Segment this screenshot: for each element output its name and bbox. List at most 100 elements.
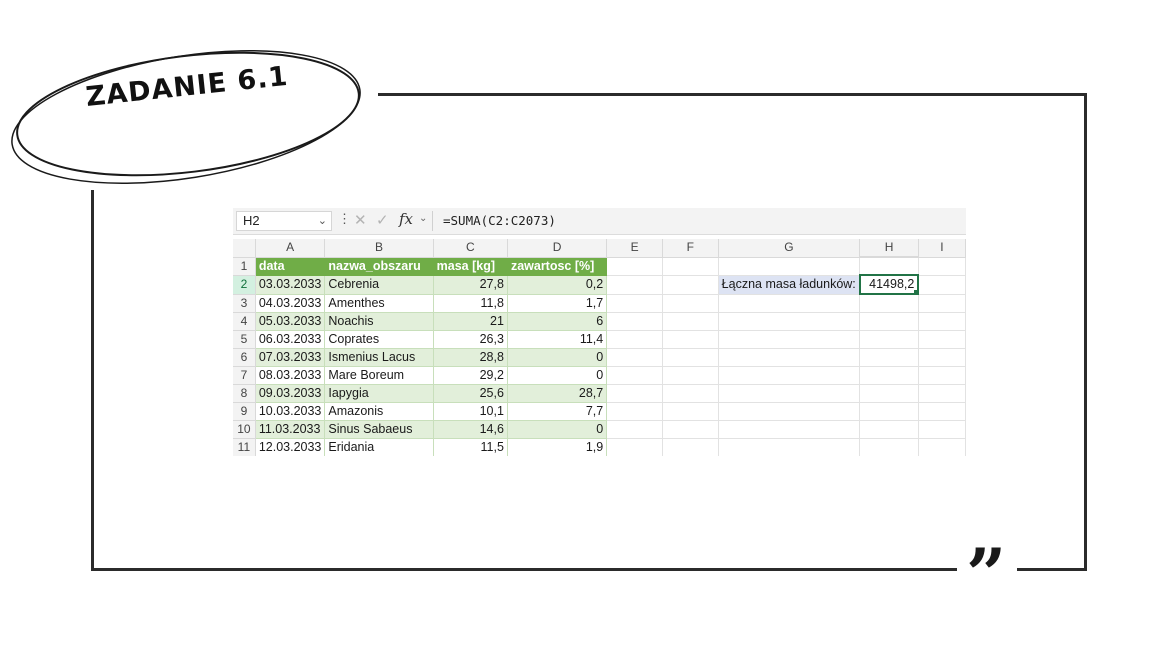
header-cell-mass[interactable]: masa [kg] bbox=[433, 257, 508, 276]
empty-cell[interactable] bbox=[918, 275, 966, 295]
header-cell-date[interactable]: data bbox=[255, 257, 326, 276]
empty-cell[interactable] bbox=[606, 348, 663, 367]
row-header[interactable]: 3 bbox=[233, 294, 256, 313]
empty-cell[interactable] bbox=[859, 257, 919, 276]
cell-area-name[interactable]: Iapygia bbox=[324, 384, 434, 403]
cell-mass[interactable]: 29,2 bbox=[433, 366, 508, 385]
empty-cell[interactable] bbox=[718, 348, 861, 367]
empty-cell[interactable] bbox=[606, 366, 663, 385]
empty-cell[interactable] bbox=[718, 384, 861, 403]
empty-cell[interactable] bbox=[859, 384, 919, 403]
column-header-g[interactable]: G bbox=[718, 239, 861, 258]
empty-cell[interactable] bbox=[918, 257, 966, 276]
column-header-e[interactable]: E bbox=[606, 239, 663, 258]
empty-cell[interactable] bbox=[918, 294, 966, 313]
column-header-h[interactable]: H bbox=[859, 239, 919, 258]
empty-cell[interactable] bbox=[859, 420, 919, 439]
empty-cell[interactable] bbox=[662, 330, 719, 349]
empty-cell[interactable] bbox=[606, 384, 663, 403]
empty-cell[interactable] bbox=[859, 330, 919, 349]
cell-area-name[interactable]: Cebrenia bbox=[324, 275, 434, 295]
chevron-down-icon[interactable]: ⌄ bbox=[318, 212, 327, 230]
select-all-corner[interactable] bbox=[233, 239, 256, 258]
cell-date[interactable]: 11.03.2033 bbox=[255, 420, 326, 439]
empty-cell[interactable] bbox=[859, 438, 919, 456]
cell-area-name[interactable]: Amenthes bbox=[324, 294, 434, 313]
cell-date[interactable]: 09.03.2033 bbox=[255, 384, 326, 403]
cell-content[interactable]: 1,7 bbox=[507, 294, 608, 313]
cell-area-name[interactable]: Eridania bbox=[324, 438, 434, 456]
row-header[interactable]: 6 bbox=[233, 348, 256, 367]
empty-cell[interactable] bbox=[718, 257, 861, 276]
row-header[interactable]: 8 bbox=[233, 384, 256, 403]
row-header[interactable]: 1 bbox=[233, 257, 256, 276]
empty-cell[interactable] bbox=[662, 257, 719, 276]
empty-cell[interactable] bbox=[662, 312, 719, 331]
cell-mass[interactable]: 26,3 bbox=[433, 330, 508, 349]
empty-cell[interactable] bbox=[718, 438, 861, 456]
empty-cell[interactable] bbox=[662, 275, 719, 295]
empty-cell[interactable] bbox=[918, 402, 966, 421]
empty-cell[interactable] bbox=[662, 438, 719, 456]
empty-cell[interactable] bbox=[662, 420, 719, 439]
empty-cell[interactable] bbox=[859, 294, 919, 313]
row-header[interactable]: 7 bbox=[233, 366, 256, 385]
cell-content[interactable]: 1,9 bbox=[507, 438, 608, 456]
cell-mass[interactable]: 25,6 bbox=[433, 384, 508, 403]
empty-cell[interactable] bbox=[918, 420, 966, 439]
cell-mass[interactable]: 21 bbox=[433, 312, 508, 331]
empty-cell[interactable] bbox=[662, 402, 719, 421]
empty-cell[interactable] bbox=[662, 384, 719, 403]
empty-cell[interactable] bbox=[918, 366, 966, 385]
enter-check-icon[interactable]: ✓ bbox=[376, 211, 389, 229]
cell-content[interactable]: 11,4 bbox=[507, 330, 608, 349]
cell-date[interactable]: 06.03.2033 bbox=[255, 330, 326, 349]
formula-expand-icon[interactable]: ⌄ bbox=[419, 213, 427, 224]
empty-cell[interactable] bbox=[859, 402, 919, 421]
column-header-i[interactable]: I bbox=[918, 239, 966, 258]
cell-area-name[interactable]: Coprates bbox=[324, 330, 434, 349]
cell-mass[interactable]: 28,8 bbox=[433, 348, 508, 367]
header-cell-area-name[interactable]: nazwa_obszaru bbox=[324, 257, 434, 276]
row-header[interactable]: 2 bbox=[233, 275, 256, 295]
empty-cell[interactable] bbox=[718, 294, 861, 313]
cell-mass[interactable]: 11,5 bbox=[433, 438, 508, 456]
cell-date[interactable]: 03.03.2033 bbox=[255, 275, 326, 295]
cell-content[interactable]: 0,2 bbox=[507, 275, 608, 295]
empty-cell[interactable] bbox=[606, 420, 663, 439]
cell-mass[interactable]: 11,8 bbox=[433, 294, 508, 313]
cell-date[interactable]: 12.03.2033 bbox=[255, 438, 326, 456]
empty-cell[interactable] bbox=[662, 366, 719, 385]
cell-content[interactable]: 0 bbox=[507, 348, 608, 367]
empty-cell[interactable] bbox=[606, 330, 663, 349]
column-header-d[interactable]: D bbox=[507, 239, 608, 258]
empty-cell[interactable] bbox=[718, 420, 861, 439]
cell-content[interactable]: 28,7 bbox=[507, 384, 608, 403]
row-header[interactable]: 10 bbox=[233, 420, 256, 439]
empty-cell[interactable] bbox=[918, 384, 966, 403]
empty-cell[interactable] bbox=[918, 312, 966, 331]
row-header[interactable]: 4 bbox=[233, 312, 256, 331]
empty-cell[interactable] bbox=[918, 348, 966, 367]
cell-area-name[interactable]: Sinus Sabaeus bbox=[324, 420, 434, 439]
empty-cell[interactable] bbox=[606, 275, 663, 295]
empty-cell[interactable] bbox=[606, 402, 663, 421]
empty-cell[interactable] bbox=[662, 294, 719, 313]
total-mass-value[interactable]: 41498,2 bbox=[858, 274, 920, 295]
empty-cell[interactable] bbox=[606, 294, 663, 313]
empty-cell[interactable] bbox=[859, 312, 919, 331]
empty-cell[interactable] bbox=[859, 348, 919, 367]
header-cell-content[interactable]: zawartosc [%] bbox=[507, 257, 608, 276]
total-mass-label[interactable]: Łączna masa ładunków: bbox=[718, 275, 861, 295]
empty-cell[interactable] bbox=[718, 312, 861, 331]
column-header-a[interactable]: A bbox=[255, 239, 326, 258]
empty-cell[interactable] bbox=[606, 312, 663, 331]
row-header[interactable]: 11 bbox=[233, 438, 256, 456]
column-header-f[interactable]: F bbox=[662, 239, 719, 258]
fill-handle[interactable] bbox=[913, 289, 917, 292]
cell-content[interactable]: 6 bbox=[507, 312, 608, 331]
more-options-icon[interactable]: ⋮ bbox=[338, 211, 351, 227]
column-header-b[interactable]: B bbox=[324, 239, 434, 258]
cell-date[interactable]: 08.03.2033 bbox=[255, 366, 326, 385]
empty-cell[interactable] bbox=[859, 366, 919, 385]
